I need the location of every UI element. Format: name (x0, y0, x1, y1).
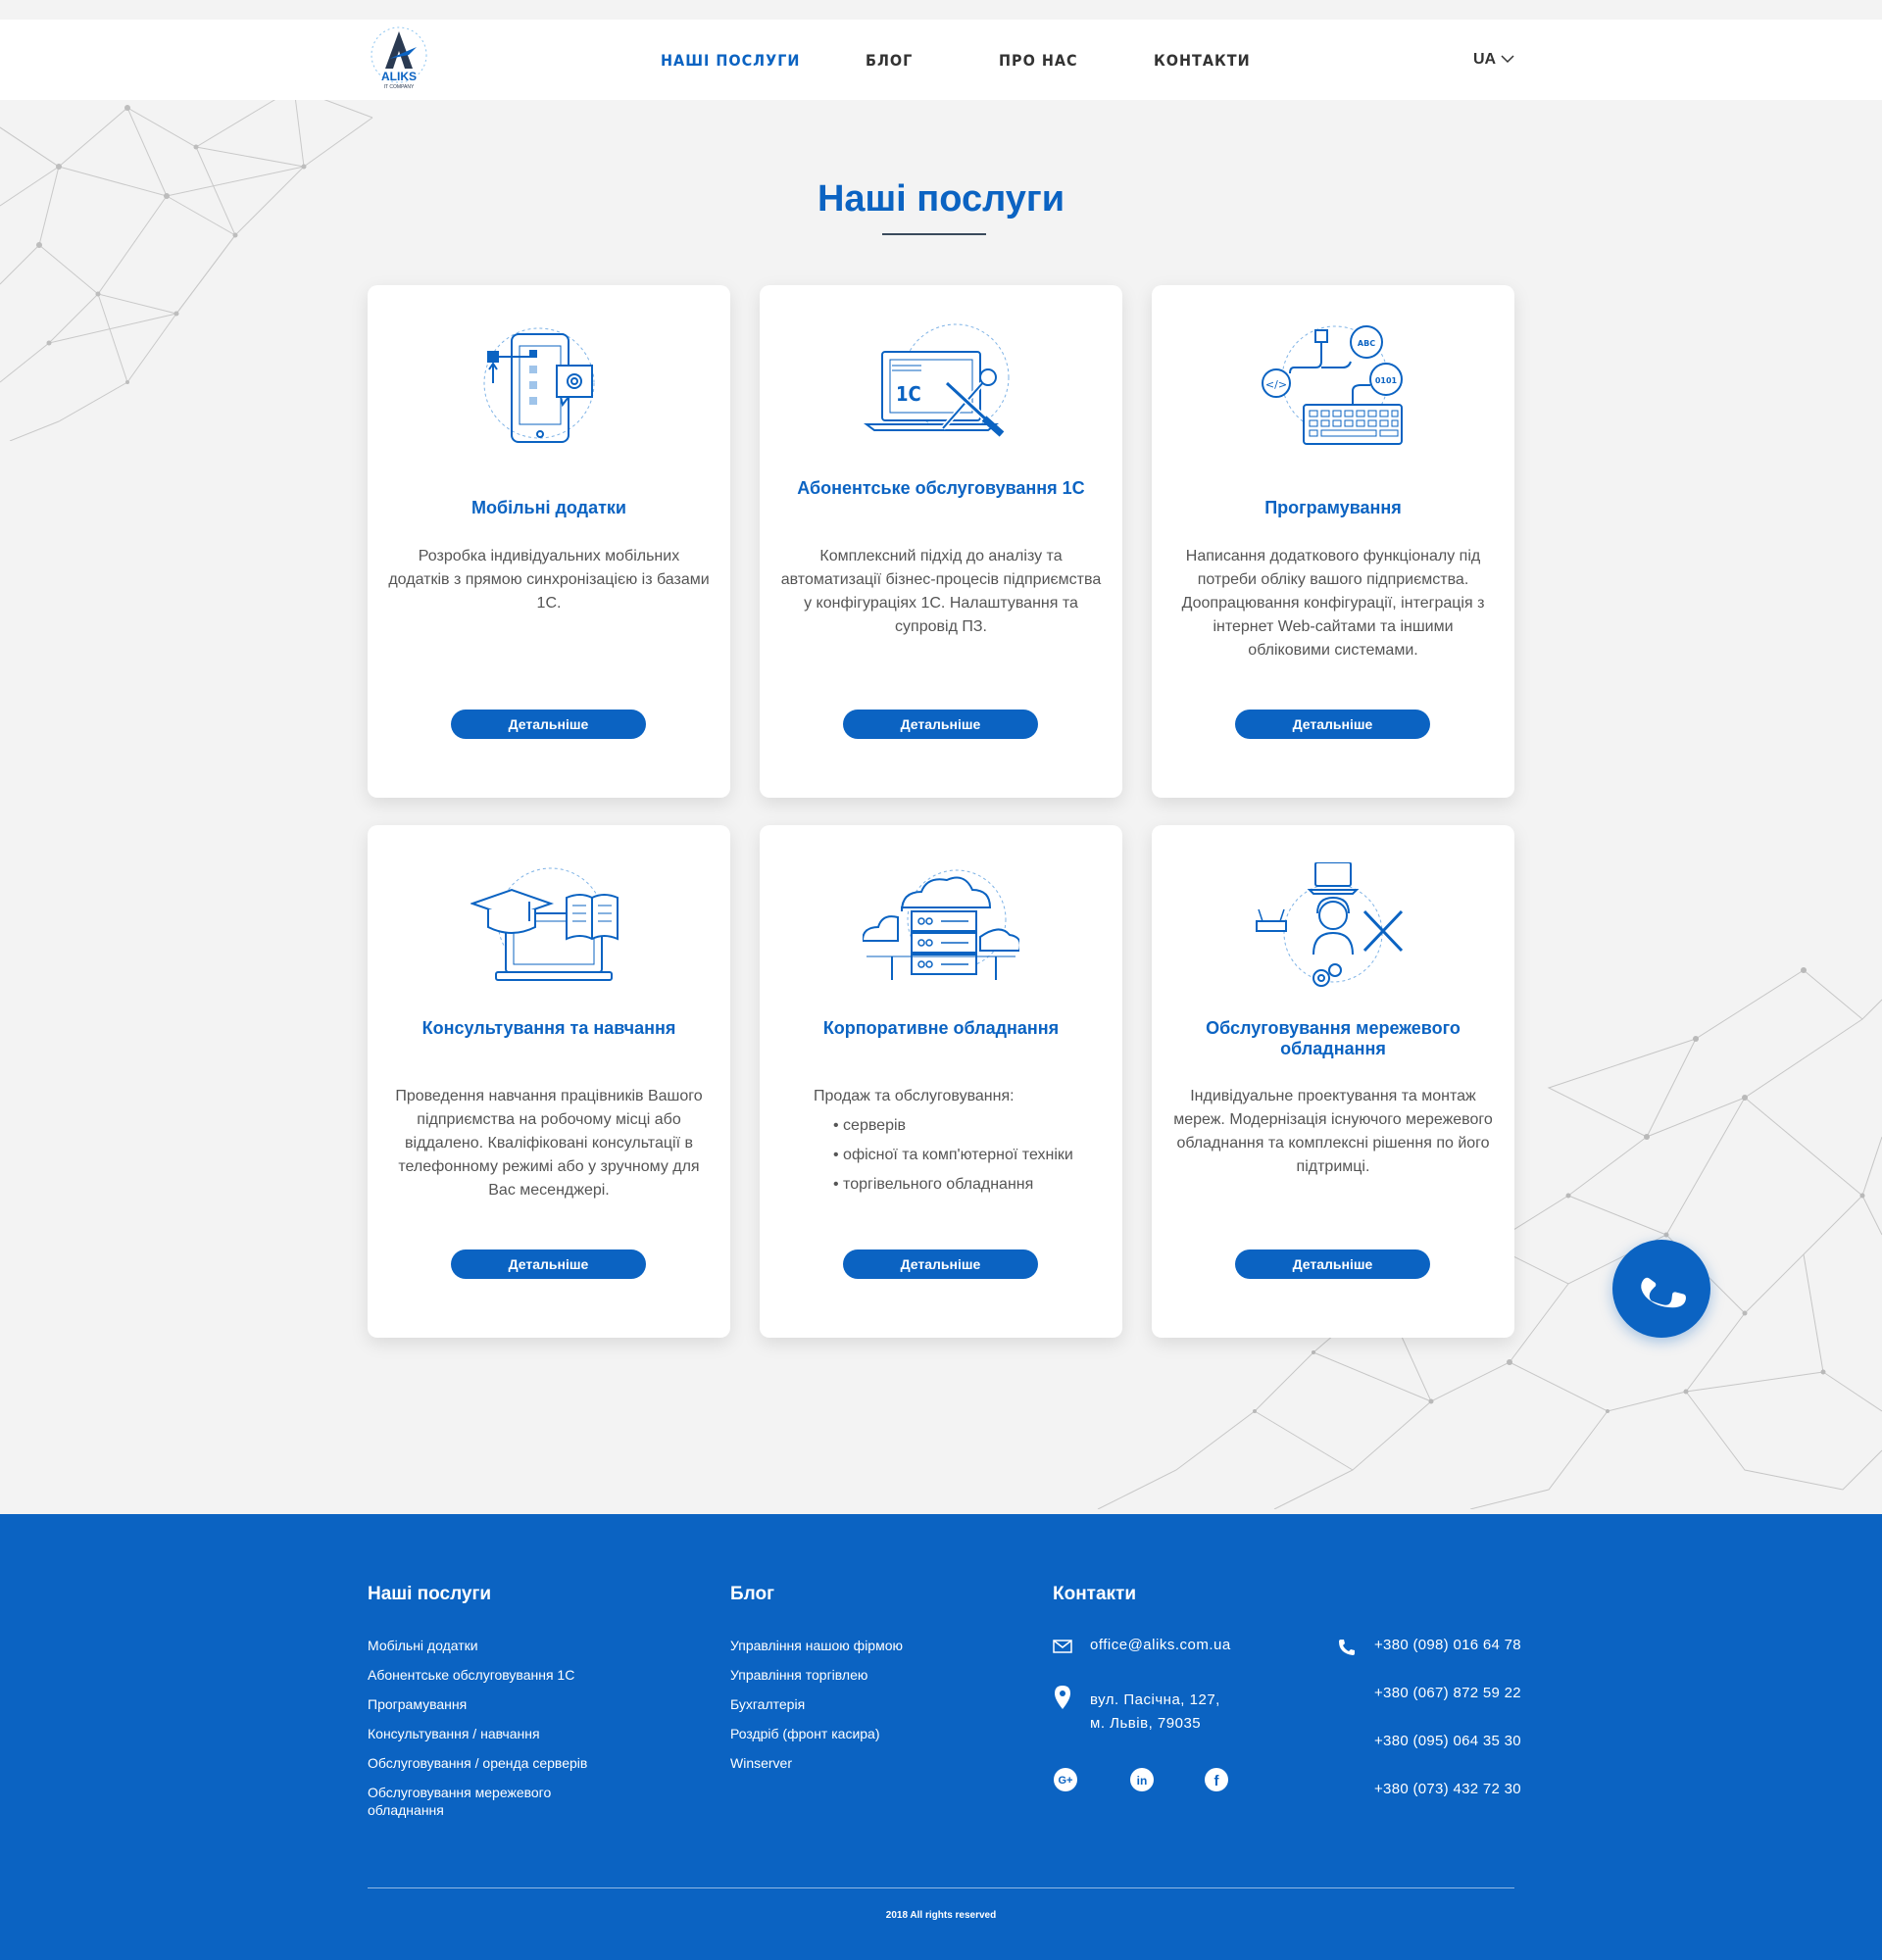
language-selector[interactable]: UA (1473, 51, 1496, 69)
card-title: Програмування (1264, 498, 1402, 517)
card-description: Продаж та обслуговування: серверів офісн… (814, 1085, 1098, 1202)
location-pin-icon (1055, 1686, 1070, 1709)
details-button[interactable]: Детальніше (843, 1250, 1038, 1279)
footer-divider (368, 1887, 1514, 1888)
server-cloud-icon (863, 869, 1019, 980)
details-button[interactable]: Детальніше (451, 710, 646, 739)
card-title: Мобільні додатки (471, 498, 626, 517)
service-card-network: Обслуговування мережевого обладнання Інд… (1152, 825, 1514, 1338)
footer-blog-link[interactable]: Управління торгівлею (730, 1666, 867, 1684)
network-support-icon (1256, 862, 1404, 987)
details-button[interactable]: Детальніше (1235, 710, 1430, 739)
phone-icon (1641, 1277, 1687, 1308)
footer-services-title: Наші послуги (368, 1584, 492, 1604)
copyright: 2018 All rights reserved (885, 1910, 997, 1921)
call-button[interactable] (1612, 1240, 1710, 1338)
footer-service-link[interactable]: Обслуговування / оренда серверів (368, 1754, 587, 1772)
equipment-list: серверів офісної та комп'ютерної техніки… (814, 1114, 1098, 1197)
education-icon (470, 867, 619, 981)
mobile-app-icon (483, 327, 595, 443)
service-card-programming: </> ABC 0101 Програмування Написання дод… (1152, 285, 1514, 798)
details-button[interactable]: Детальніше (451, 1250, 646, 1279)
card-title: Консультування та навчання (421, 1018, 676, 1038)
laptop-tools-icon: 1C (864, 323, 1010, 437)
list-item: офісної та комп'ютерної техніки (833, 1144, 1098, 1167)
card-title: Корпоративне обладнання (822, 1018, 1060, 1038)
footer-phone[interactable]: +380 (067) 872 59 22 (1374, 1685, 1521, 1701)
card-title: Обслуговування мережевого обладнання (1206, 1018, 1461, 1058)
svg-text:0101: 0101 (1375, 376, 1398, 385)
footer-phone[interactable]: +380 (095) 064 35 30 (1374, 1733, 1521, 1749)
list-item: торгівельного обладнання (833, 1173, 1098, 1197)
card-description: Розробка індивідуальних мобільних додатк… (388, 548, 710, 612)
footer-service-link[interactable]: Абонентське обслуговування 1С (368, 1666, 574, 1684)
footer-contacts-title: Контакти (1053, 1584, 1137, 1604)
footer-blog-link[interactable]: Бухгалтерія (730, 1695, 805, 1713)
footer-service-link[interactable]: Обслуговування мережевого обладнання (368, 1784, 593, 1819)
footer-address-line2: м. Львів, 79035 (1090, 1715, 1202, 1732)
keyboard-code-icon: </> ABC 0101 (1262, 325, 1403, 445)
footer-blog-link[interactable]: Winserver (730, 1754, 792, 1772)
footer-blog-title: Блог (730, 1584, 774, 1604)
list-item: серверів (833, 1114, 1098, 1138)
footer-blog-link[interactable]: Роздріб (фронт касира) (730, 1725, 880, 1742)
nav-services[interactable]: НАШІ ПОСЛУГИ (661, 51, 800, 70)
main-nav: НАШІ ПОСЛУГИ БЛОГ ПРО НАС КОНТАКТИ (0, 20, 1882, 100)
svg-text:G+: G+ (1059, 1775, 1073, 1787)
footer-phone[interactable]: +380 (073) 432 72 30 (1374, 1781, 1521, 1797)
google-plus-icon[interactable]: G+ (1053, 1767, 1078, 1792)
nav-about[interactable]: ПРО НАС (999, 51, 1078, 70)
svg-text:</>: </> (1265, 378, 1287, 391)
site-footer: Наші послуги Мобільні додатки Абонентськ… (0, 1514, 1882, 1960)
footer-blog-link[interactable]: Управління нашою фірмою (730, 1637, 903, 1654)
service-card-mobile: Мобільні додатки Розробка індивідуальних… (368, 285, 730, 798)
phone-icon (1339, 1640, 1355, 1655)
footer-email[interactable]: office@aliks.com.ua (1090, 1634, 1231, 1657)
site-header: ALIKS IT COMPANY НАШІ ПОСЛУГИ БЛОГ ПРО Н… (0, 20, 1882, 100)
card-description: Індивідуальне проектування та монтаж мер… (1173, 1088, 1493, 1175)
details-button[interactable]: Детальніше (843, 710, 1038, 739)
footer-address-line1: вул. Пасічна, 127, (1090, 1691, 1220, 1708)
footer-phone[interactable]: +380 (098) 016 64 78 (1374, 1637, 1521, 1653)
card-description-intro: Продаж та обслуговування: (814, 1088, 1015, 1104)
svg-text:ABC: ABC (1358, 339, 1375, 348)
service-card-corporate-equipment: Корпоративне обладнання Продаж та обслуг… (760, 825, 1122, 1338)
service-card-1c-support: 1C Абонентське обслуговування 1С Комплек… (760, 285, 1122, 798)
mail-icon (1053, 1640, 1072, 1653)
page-title: Наші послуги (817, 178, 1065, 220)
nav-contacts[interactable]: КОНТАКТИ (1154, 51, 1251, 70)
footer-service-link[interactable]: Програмування (368, 1695, 467, 1713)
title-underline (882, 233, 986, 235)
service-card-consulting: Консультування та навчання Проведення на… (368, 825, 730, 1338)
svg-text:1C: 1C (896, 382, 921, 406)
linkedin-icon[interactable]: in (1129, 1767, 1155, 1792)
card-description: Комплексний підхід до аналізу та автомат… (780, 548, 1102, 635)
chevron-down-icon[interactable] (1500, 53, 1515, 65)
details-button[interactable]: Детальніше (1235, 1250, 1430, 1279)
footer-service-link[interactable]: Мобільні додатки (368, 1637, 478, 1654)
card-description: Проведення навчання працівників Вашого п… (395, 1088, 703, 1199)
card-description: Написання додаткового функціоналу під по… (1181, 548, 1485, 659)
svg-text:in: in (1137, 1774, 1148, 1788)
nav-blog[interactable]: БЛОГ (866, 51, 913, 70)
card-title: Абонентське обслуговування 1С (797, 478, 1085, 498)
facebook-icon[interactable]: f (1204, 1767, 1229, 1792)
footer-service-link[interactable]: Консультування / навчання (368, 1725, 540, 1742)
